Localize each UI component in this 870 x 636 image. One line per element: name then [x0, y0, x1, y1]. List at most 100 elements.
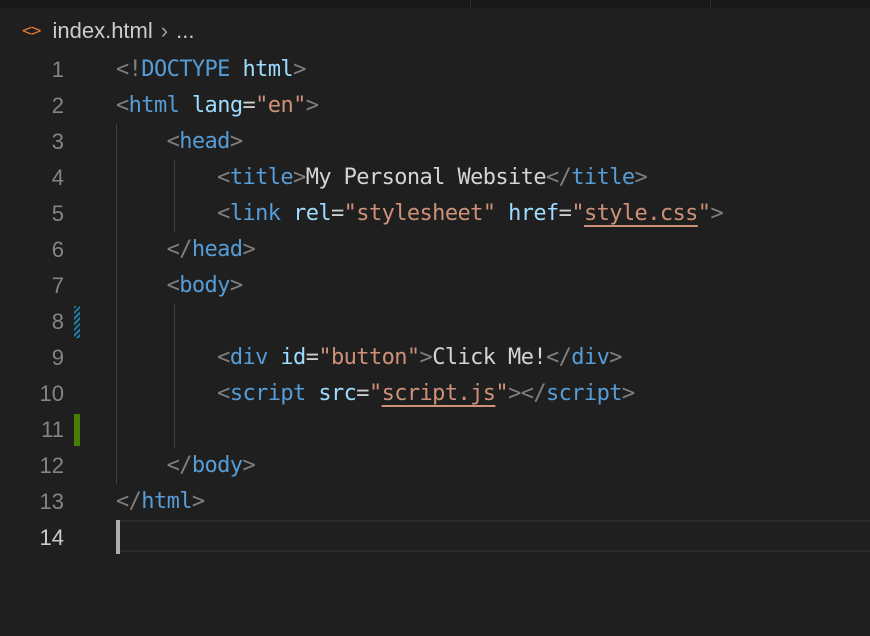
- line-number: 1: [51, 57, 64, 82]
- code-line[interactable]: 1 <!DOCTYPE html>: [0, 52, 870, 88]
- code-token: head: [179, 129, 230, 154]
- code-token: >: [621, 381, 635, 406]
- git-modified-indicator[interactable]: [74, 306, 80, 338]
- code-line[interactable]: 14: [0, 520, 870, 556]
- code-line[interactable]: 11: [0, 412, 870, 448]
- code-token: <: [116, 165, 230, 190]
- chevron-right-icon: ›: [160, 18, 169, 43]
- code-token: ": [495, 381, 509, 406]
- code-token: >: [634, 165, 648, 190]
- line-number: 4: [51, 165, 64, 190]
- code-token: >: [609, 345, 622, 370]
- code-token: script.js: [381, 381, 496, 406]
- code-token: </: [116, 489, 142, 514]
- code-token: Click Me!: [432, 345, 546, 370]
- code-text[interactable]: <html lang="en">: [116, 88, 319, 124]
- code-text[interactable]: <div id="button">Click Me!</div>: [116, 340, 622, 376]
- code-text[interactable]: <script src="script.js"></script>: [116, 376, 635, 412]
- code-token: <: [116, 273, 180, 298]
- code-line[interactable]: 2 <html lang="en">: [0, 88, 870, 124]
- code-token: style.css: [583, 201, 698, 226]
- code-token: >: [242, 237, 256, 262]
- code-token: </: [116, 453, 193, 478]
- code-token: body: [179, 273, 230, 298]
- code-line[interactable]: 7 <body>: [0, 268, 870, 304]
- tab-divider: [710, 0, 711, 8]
- code-line[interactable]: 4 <title>My Personal Website</title>: [0, 160, 870, 196]
- code-token: src: [318, 381, 357, 406]
- code-token: title: [571, 165, 635, 190]
- breadcrumb-symbols[interactable]: ...: [176, 18, 194, 44]
- code-line[interactable]: 3 <head>: [0, 124, 870, 160]
- code-token: =: [356, 381, 369, 406]
- code-text[interactable]: <body>: [116, 268, 243, 304]
- code-token: =: [305, 345, 319, 370]
- code-line[interactable]: 6 </head>: [0, 232, 870, 268]
- code-token: <: [116, 201, 230, 226]
- code-token: rel: [293, 201, 332, 226]
- breadcrumb-file[interactable]: index.html: [52, 18, 152, 44]
- code-token: "stylesheet": [343, 201, 496, 226]
- code-token: <: [116, 381, 230, 406]
- code-line[interactable]: 8: [0, 304, 870, 340]
- code-line[interactable]: 9 <div id="button">Click Me!</div>: [0, 340, 870, 376]
- code-token: </: [545, 165, 572, 190]
- code-text[interactable]: </head>: [116, 232, 256, 268]
- breadcrumb: <> index.html › ...: [22, 14, 194, 48]
- code-text[interactable]: <head>: [116, 124, 243, 160]
- code-text[interactable]: <!DOCTYPE html>: [116, 52, 306, 88]
- line-number: 8: [51, 309, 64, 334]
- code-token: DOCTYPE: [141, 57, 230, 82]
- line-number: 7: [51, 273, 64, 298]
- code-token: id: [280, 345, 306, 370]
- code-token: <: [116, 345, 230, 370]
- tab-bar-strip: [0, 0, 870, 8]
- code-token: >: [293, 165, 306, 190]
- code-line[interactable]: 13 </html>: [0, 484, 870, 520]
- code-text[interactable]: <title>My Personal Website</title>: [116, 160, 648, 196]
- code-token: My Personal Website: [305, 165, 547, 190]
- code-token: ": [697, 201, 711, 226]
- code-token: "button": [318, 345, 420, 370]
- code-token: html: [128, 93, 180, 118]
- code-token: title: [229, 165, 294, 190]
- code-token: script: [546, 381, 622, 406]
- line-number: 3: [51, 129, 64, 154]
- code-token: >: [710, 201, 724, 226]
- code-token: =: [242, 93, 256, 118]
- code-token: >: [229, 273, 243, 298]
- code-token: >: [305, 93, 319, 118]
- code-token: script: [229, 381, 306, 406]
- code-text[interactable]: </body>: [116, 448, 256, 484]
- code-token: html: [141, 489, 192, 514]
- code-token: href: [508, 201, 559, 226]
- line-number: 11: [41, 417, 64, 442]
- code-line[interactable]: 5 <link rel="stylesheet" href="style.css…: [0, 196, 870, 232]
- code-token: ></: [508, 381, 547, 406]
- git-added-indicator[interactable]: [74, 414, 80, 446]
- code-token: </: [546, 345, 572, 370]
- code-token: div: [229, 345, 269, 370]
- code-token: =: [558, 201, 572, 226]
- code-token: ": [571, 201, 584, 226]
- code-line[interactable]: 12 </body>: [0, 448, 870, 484]
- code-token: head: [191, 237, 243, 262]
- line-number: 14: [39, 525, 64, 550]
- line-number: 2: [51, 93, 64, 118]
- code-token: <: [116, 93, 129, 118]
- line-number: 12: [39, 453, 64, 478]
- code-editor[interactable]: 1 <!DOCTYPE html> 2 <html lang="en"> 3 <head…: [0, 52, 870, 636]
- line-number: 5: [51, 201, 64, 226]
- tab-divider: [470, 0, 471, 8]
- code-token: ": [368, 381, 382, 406]
- html-file-icon[interactable]: <>: [22, 21, 42, 41]
- line-number: 13: [39, 489, 64, 514]
- code-text[interactable]: </html>: [116, 484, 205, 520]
- code-text[interactable]: <link rel="stylesheet" href="style.css">: [116, 196, 724, 232]
- code-line[interactable]: 10 <script src="script.js"></script>: [0, 376, 870, 412]
- code-token: html: [242, 57, 294, 82]
